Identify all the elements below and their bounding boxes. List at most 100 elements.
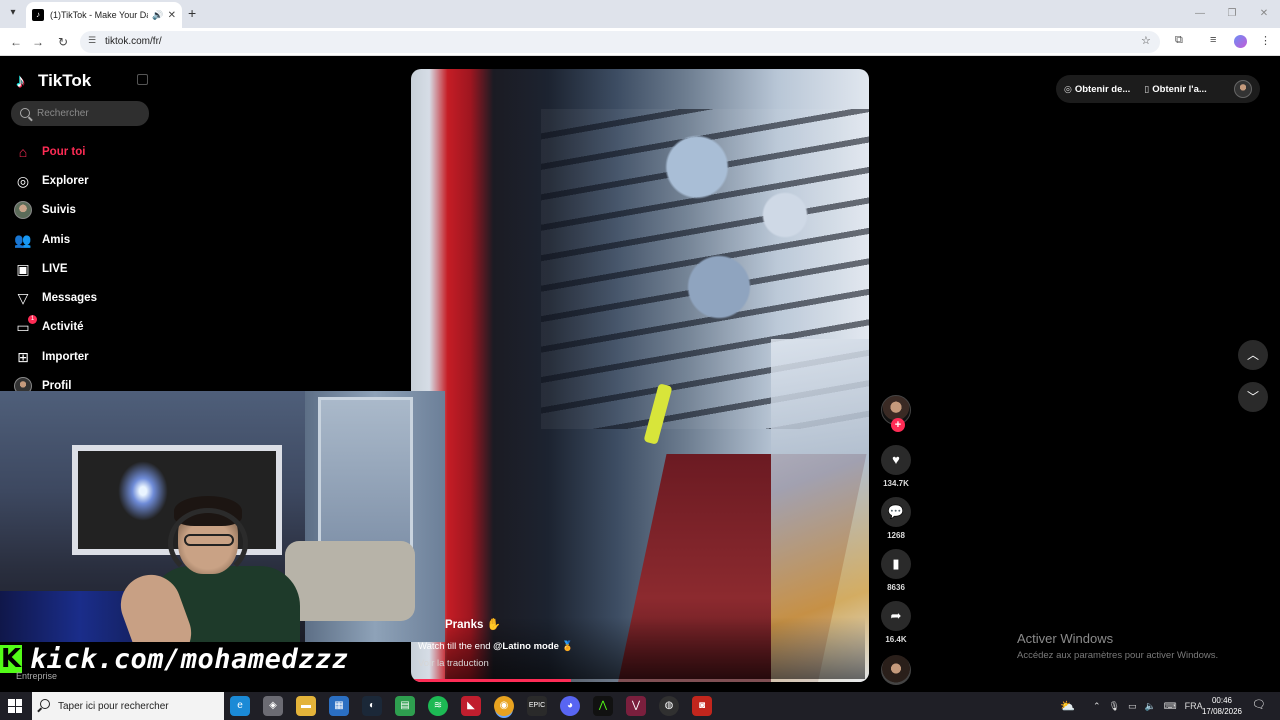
chrome-icon[interactable]: ◉	[494, 696, 514, 716]
store-icon[interactable]: ▦	[329, 696, 349, 716]
network-icon[interactable]: ▭	[1128, 701, 1137, 712]
bookmark-icon: ▮	[892, 556, 900, 571]
chevron-up-icon: ︿	[1246, 348, 1259, 362]
microphone-icon[interactable]: 🎙	[1109, 701, 1120, 712]
home-icon: ⌂	[18, 143, 28, 160]
search-icon	[20, 108, 30, 118]
sound-disc-avatar[interactable]	[881, 655, 911, 685]
chevron-down-icon: ﹀	[1246, 390, 1259, 404]
taskbar-search-placeholder: Taper ici pour rechercher	[58, 701, 169, 712]
user-avatar[interactable]	[1234, 80, 1252, 98]
get-app-button[interactable]: ▯ Obtenir l'a...	[1144, 84, 1206, 95]
video-progress-fill	[411, 679, 572, 682]
sidebar-item-pour-toi[interactable]: ⌂ Pour toi	[14, 137, 164, 166]
description-text: Watch till the end	[418, 641, 491, 652]
comment-button[interactable]: 💬	[881, 497, 911, 527]
friends-icon: 👥	[14, 231, 32, 248]
address-bar[interactable]: ☰ tiktok.com/fr/	[80, 31, 1160, 53]
sidebar-item-amis[interactable]: 👥 Amis	[14, 225, 164, 254]
weather-icon[interactable]: ⛅	[1060, 699, 1075, 713]
comment-icon: 💬	[887, 504, 905, 519]
edge-icon[interactable]: e	[230, 696, 250, 716]
tiktok-logo[interactable]: ♪ TikTok	[16, 71, 91, 91]
keyboard-icon[interactable]: ⌨	[1164, 701, 1177, 712]
sidebar-item-explorer[interactable]: ◎ Explorer	[14, 166, 164, 195]
mention-link[interactable]: @Latino mode	[493, 641, 559, 652]
get-app-label: Obtenir l'a...	[1152, 83, 1207, 95]
discord-icon[interactable]: ◕	[560, 696, 580, 716]
collapse-sidebar-icon[interactable]	[137, 74, 148, 85]
browser-toolbar: ← → ↻ ☰ tiktok.com/fr/ ☆ ⧉ ≡ ⋮	[0, 28, 1280, 56]
taskbar-clock[interactable]: 00:46 17/08/2026	[1200, 695, 1244, 717]
steam-icon[interactable]: ◐	[362, 696, 382, 716]
tray-chevron-icon[interactable]: ⌃	[1093, 701, 1101, 712]
app-wine-icon[interactable]: ⋁	[626, 696, 646, 716]
close-window-icon[interactable]: ✕	[1248, 0, 1280, 28]
sidebar-item-messages[interactable]: ▽ Messages	[14, 283, 164, 312]
share-arrow-icon: ➦	[890, 608, 902, 623]
bookmark-star-icon[interactable]: ☆	[1141, 34, 1151, 47]
tiktok-favicon-icon: ♪	[32, 9, 44, 21]
notification-center-icon[interactable]: 🗨	[1252, 698, 1266, 711]
see-translation-link[interactable]: Voir la traduction	[418, 658, 858, 669]
among-us-icon[interactable]: ◙	[692, 696, 712, 716]
restore-icon[interactable]: ❐	[1216, 0, 1248, 28]
follow-plus-icon[interactable]: +	[891, 418, 905, 432]
new-tab-button[interactable]: +	[188, 5, 196, 21]
epic-games-icon[interactable]: EPIC	[527, 696, 547, 716]
browser-profile-avatar[interactable]	[1234, 35, 1247, 48]
top-actions-bar: ◎ Obtenir de... ▯ Obtenir l'a...	[1056, 75, 1260, 103]
minimize-icon[interactable]: —	[1184, 0, 1216, 28]
forward-icon[interactable]: →	[30, 34, 46, 50]
file-explorer-icon[interactable]: ▬	[296, 696, 316, 716]
get-coins-button[interactable]: ◎ Obtenir de...	[1064, 84, 1130, 95]
security-icon[interactable]: ◈	[263, 696, 283, 716]
windows-start-icon[interactable]	[8, 699, 22, 713]
sidebar-item-importer[interactable]: ⊞ Importer	[14, 342, 164, 371]
streamer-body	[112, 566, 300, 642]
share-count: 16.4K	[885, 635, 907, 644]
reload-icon[interactable]: ↻	[55, 34, 71, 50]
save-button[interactable]: ▮	[881, 549, 911, 579]
tiktok-note-icon: ♪	[16, 71, 25, 91]
amd-icon[interactable]: ◣	[461, 696, 481, 716]
obs-app-icon[interactable]: ⋀	[593, 696, 613, 716]
video-author[interactable]: Pranks ✋	[445, 617, 885, 631]
send-icon: ▽	[17, 290, 29, 307]
kick-banner: K kick.com/mohamedzzz	[0, 642, 420, 676]
taskbar-search-input[interactable]: Taper ici pour rechercher	[32, 692, 224, 720]
obs-studio-icon[interactable]: ◍	[659, 696, 679, 716]
site-info-icon[interactable]: ☰	[88, 35, 96, 46]
video-player[interactable]	[411, 69, 869, 682]
screen: ▾ ♪ (1)TikTok - Make Your Day 🔊 ✕ + — ❐ …	[0, 0, 1280, 720]
creator-avatar[interactable]: +	[881, 395, 911, 432]
speaker-icon[interactable]: 🔊	[152, 10, 163, 21]
app-green-icon[interactable]: ▤	[395, 696, 415, 716]
sidebar-item-live[interactable]: ▣ LIVE	[14, 254, 164, 283]
video-caption: Pranks ✋	[445, 617, 885, 631]
sidebar-item-suivis[interactable]: Suivis	[14, 196, 164, 225]
sidebar-item-activite[interactable]: ▭ 1 Activité	[14, 313, 164, 342]
get-coins-label: Obtenir de...	[1074, 83, 1131, 95]
live-icon: ▣	[16, 260, 30, 277]
sidebar-entreprise-link[interactable]: Entreprise	[16, 671, 57, 681]
tab-search-chevron-icon[interactable]: ▾	[4, 4, 22, 22]
close-tab-icon[interactable]: ✕	[168, 10, 176, 21]
search-input[interactable]: Rechercher	[11, 101, 149, 126]
activation-title: Activer Windows	[1017, 631, 1114, 646]
video-progress-bar[interactable]	[411, 679, 869, 682]
tab-title: (1)TikTok - Make Your Day	[50, 10, 149, 20]
browser-tab-tiktok[interactable]: ♪ (1)TikTok - Make Your Day 🔊 ✕	[26, 2, 182, 28]
previous-video-button[interactable]: ︿	[1238, 340, 1268, 370]
url-text: tiktok.com/fr/	[105, 36, 162, 47]
share-button[interactable]: ➦	[881, 601, 911, 631]
next-video-button[interactable]: ﹀	[1238, 382, 1268, 412]
like-button[interactable]: ♥	[881, 445, 911, 475]
back-icon[interactable]: ←	[8, 34, 24, 50]
volume-icon[interactable]: 🔈	[1144, 701, 1155, 712]
extensions-icon[interactable]: ⧉	[1175, 34, 1183, 47]
media-controls-icon[interactable]: ≡	[1210, 34, 1216, 46]
medal-emoji-icon: 🏅	[561, 641, 574, 652]
spotify-icon[interactable]: ≋	[428, 696, 448, 716]
menu-kebab-icon[interactable]: ⋮	[1260, 34, 1271, 47]
